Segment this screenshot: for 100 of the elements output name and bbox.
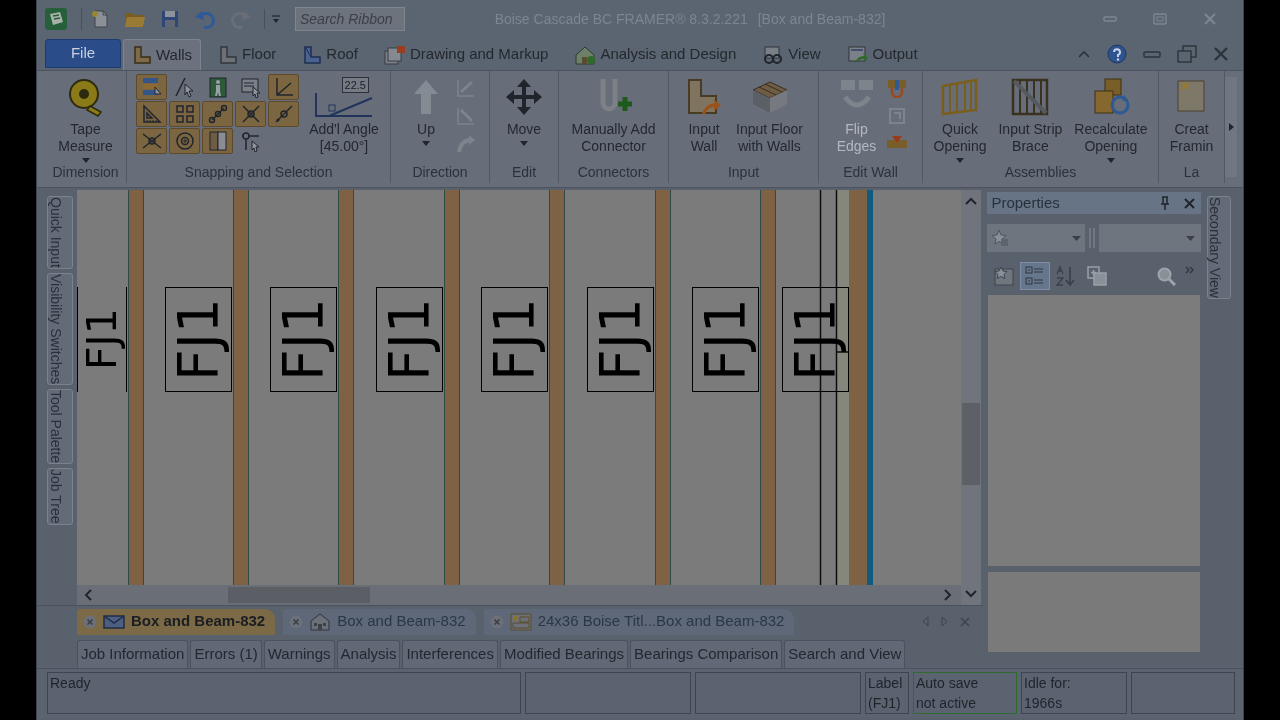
ribbon-tab[interactable]: Floor <box>209 39 286 70</box>
ribbon-button[interactable]: Recalculate Opening <box>1070 71 1152 163</box>
ribbon-tab[interactable]: Roof <box>293 39 367 70</box>
new-document-icon <box>90 9 110 29</box>
help-button[interactable] <box>1105 42 1129 66</box>
ribbon-button[interactable]: Input Floor with Walls <box>732 71 807 155</box>
snap-toggle[interactable] <box>202 128 234 154</box>
bottom-panel-tab[interactable]: Job Information <box>77 640 189 668</box>
roof-corner-icon <box>302 44 323 65</box>
ribbon-button[interactable]: Up <box>402 71 450 146</box>
status-panel: Label (FJ1) <box>865 672 909 714</box>
ribbon-button[interactable]: Input Strip Brace <box>994 71 1067 155</box>
joist-label: FJ1 <box>481 287 548 392</box>
snap-toggle[interactable] <box>202 101 234 127</box>
file-menu-button[interactable]: File <box>45 39 121 68</box>
chevron-down-icon <box>965 590 977 598</box>
glasses-icon <box>762 44 785 65</box>
snap-toggle[interactable] <box>169 128 201 154</box>
group-label: La <box>1183 163 1200 182</box>
scroll-ribbon-right-button[interactable] <box>1225 77 1237 177</box>
horizontal-scrollbar[interactable] <box>77 585 961 605</box>
ribbon-button[interactable]: Input Wall <box>680 71 729 155</box>
dropdown-field[interactable] <box>987 224 1086 252</box>
snap-toggle[interactable] <box>136 101 168 127</box>
window-pointer-icon <box>239 76 262 98</box>
snap-toggle[interactable] <box>136 128 168 154</box>
bottom-panel-tab[interactable]: Modified Bearings <box>499 640 629 668</box>
vertical-scrollbar[interactable] <box>961 190 981 605</box>
ribbon-tab[interactable]: View <box>753 39 830 70</box>
intersection-icon <box>239 103 262 125</box>
caret-down-icon <box>520 141 528 146</box>
house-check-icon <box>574 44 597 65</box>
group-label: Connectors <box>577 163 650 182</box>
joist-label: FJ1 <box>376 287 443 392</box>
bottom-panel-tab[interactable]: Errors (1) <box>190 640 262 668</box>
close-circle-icon <box>489 614 504 629</box>
snap-toggle[interactable] <box>169 101 201 127</box>
ribbon-tab[interactable]: Analysis and Design <box>565 39 746 70</box>
bottom-panel-tab[interactable]: Warnings <box>263 640 335 668</box>
joist-label: FJ1 <box>270 287 337 392</box>
triangle-ruler-icon <box>140 103 163 125</box>
wall-flip-icon <box>885 78 908 98</box>
ribbon-tab[interactable]: Drawing and Markup <box>375 39 558 70</box>
dock-tab[interactable]: Quick Input <box>47 196 73 269</box>
close-circle-icon <box>83 614 97 629</box>
dock-tab[interactable]: Secondary View <box>1207 196 1232 299</box>
star-icon <box>991 229 1010 247</box>
sort-az-icon <box>1055 265 1078 287</box>
close-icon <box>960 616 971 627</box>
bottom-panel-tab[interactable]: Bearings Comparison <box>630 640 783 668</box>
axis-arrow-icon <box>455 78 477 98</box>
chevron-right-icon <box>944 589 952 601</box>
ribbon-button[interactable]: Creat Framin <box>1165 71 1218 155</box>
minimize-icon <box>1103 15 1117 23</box>
close-icon <box>1184 197 1196 209</box>
snap-toggle[interactable] <box>268 101 300 127</box>
toolbar-button[interactable] <box>1020 262 1051 290</box>
cross-point-icon <box>140 130 163 152</box>
document-tab[interactable]: Box and Beam-832 <box>77 608 276 635</box>
restore-document-button[interactable] <box>1175 43 1199 65</box>
ribbon-button[interactable]: Tape Measure <box>54 71 117 163</box>
center-circle-icon <box>173 130 196 152</box>
snap-toggle[interactable] <box>268 74 300 100</box>
bottom-panel-tab[interactable]: Search and View <box>784 640 906 668</box>
angle-button[interactable]: 22.5 Add'l Angle [45.00°] <box>303 71 385 155</box>
caret-down-icon <box>1106 158 1115 163</box>
restore-icon <box>1177 45 1197 63</box>
dropdown-field[interactable] <box>1099 224 1202 252</box>
ribbon-button[interactable]: Manually Add Connector <box>567 71 660 155</box>
snap-toggle[interactable] <box>136 74 168 100</box>
ribbon-button[interactable]: Move <box>500 71 548 146</box>
ribbon-tab[interactable]: Walls <box>123 39 202 70</box>
maximize-icon <box>1153 13 1167 25</box>
group-label: Assemblies <box>1004 163 1077 182</box>
window-arrow-icon <box>846 44 869 65</box>
snap-toggle[interactable] <box>235 101 267 127</box>
ribbon-button[interactable]: Quick Opening <box>929 71 991 163</box>
panel-doors-icon <box>206 130 229 152</box>
ribbon-tab[interactable]: Output <box>837 39 927 70</box>
bottom-panel-tab[interactable]: Interferences <box>402 640 498 668</box>
status-panel: Ready <box>47 672 521 714</box>
door-person-icon <box>206 76 229 98</box>
joist-label: FJ1 <box>692 287 759 392</box>
star-list-icon <box>993 265 1016 287</box>
dock-tab[interactable]: Tool Palette <box>47 389 73 465</box>
chevron-up-icon <box>965 197 977 205</box>
group-label: Snapping and Selection <box>184 163 333 182</box>
caret-down-icon <box>271 13 281 25</box>
dock-tab[interactable]: Job Tree <box>47 468 73 525</box>
bottom-panel-tab[interactable]: Analysis <box>336 640 401 668</box>
node-pointer-icon <box>239 130 262 152</box>
endpoint-line-icon <box>206 103 229 125</box>
property-pages-icon <box>1087 266 1108 286</box>
dock-tab[interactable]: Visibility Switches <box>47 272 73 386</box>
wall-frame-icon <box>940 77 980 117</box>
close-panel-button[interactable] <box>1182 195 1198 211</box>
panel-title: Properties <box>991 192 1061 213</box>
scrollbar-thumb[interactable] <box>962 403 980 485</box>
triangle-right-icon <box>941 616 949 627</box>
help-icon <box>1107 44 1127 64</box>
